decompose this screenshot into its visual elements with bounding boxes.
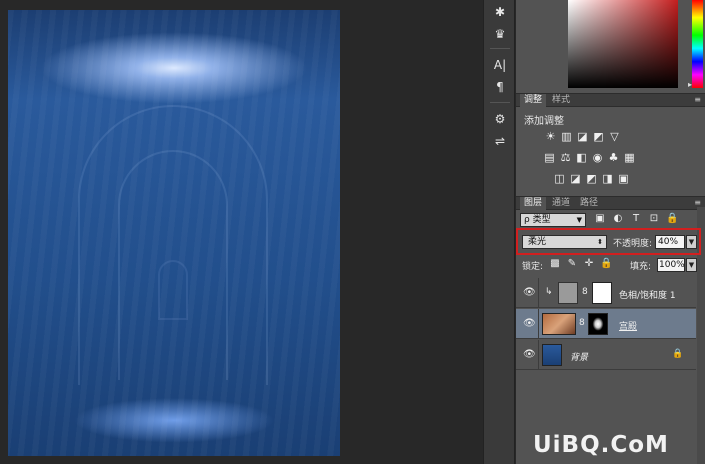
color-panel: ▸: [516, 0, 705, 92]
character-icon[interactable]: A|: [490, 56, 510, 74]
visibility-divider: [538, 340, 539, 370]
layer-row-background[interactable]: 👁 背景 🔒: [516, 340, 696, 370]
gradient-map-icon[interactable]: ◨: [601, 172, 614, 185]
levels-icon[interactable]: ▥: [560, 130, 573, 143]
layers-panel-header: 图层 通道 路径 ≡: [516, 196, 705, 210]
black-white-icon[interactable]: ◧: [575, 151, 588, 164]
shape-filter-icon[interactable]: ⊡: [648, 213, 660, 225]
hue-slider[interactable]: [692, 0, 703, 88]
layer-list: 👁 ↳ 8 色相/饱和度 1 👁 8 宫殿 👁 背景 🔒: [516, 276, 696, 370]
selective-color-icon[interactable]: ▣: [617, 172, 630, 185]
layer-thumbnail: [542, 344, 562, 366]
panel-menu-icon[interactable]: ≡: [694, 198, 701, 207]
visibility-divider: [538, 278, 539, 308]
annotation-highlight-box: [516, 228, 701, 255]
fill-input[interactable]: 100%: [657, 258, 685, 272]
adjustments-panel-header: 调整 样式 ≡: [516, 93, 705, 107]
adjustment-row-3: ◫ ◪ ◩ ◨ ▣: [553, 172, 633, 186]
lock-position-icon[interactable]: ✛: [583, 258, 595, 270]
layer-filter-label: ρ 类型: [524, 215, 551, 225]
link-chain-icon[interactable]: 8: [579, 318, 585, 328]
link-chain-icon[interactable]: 8: [582, 287, 588, 297]
resize-grip-icon[interactable]: ▸: [688, 80, 692, 89]
add-adjustment-title: 添加调整: [524, 116, 564, 127]
exposure-icon[interactable]: ◩: [592, 130, 605, 143]
tab-paths[interactable]: 路径: [576, 197, 602, 210]
adjustment-row-2: ▤ ⚖ ◧ ◉ ♣ ▦: [543, 151, 639, 165]
lock-label: 锁定:: [522, 262, 544, 272]
document-canvas[interactable]: [8, 10, 340, 456]
posterize-icon[interactable]: ◪: [569, 172, 582, 185]
tab-layers[interactable]: 图层: [520, 197, 547, 210]
adjustment-filter-icon[interactable]: ◐: [612, 213, 624, 225]
panel-menu-icon[interactable]: ≡: [694, 95, 701, 104]
paragraph-icon[interactable]: ¶: [490, 78, 510, 96]
color-lookup-icon[interactable]: ▦: [623, 151, 636, 164]
hue-saturation-icon[interactable]: ▤: [543, 151, 556, 164]
adjustment-row-1: ☀ ▥ ◪ ◩ ▽: [544, 130, 624, 144]
visibility-divider: [538, 309, 539, 339]
site-watermark: UiBQ.CoM: [533, 432, 669, 458]
cathedral-window: [158, 260, 188, 320]
vibrance-icon[interactable]: ▽: [608, 130, 621, 143]
layer-mask-thumbnail[interactable]: [592, 282, 612, 304]
tool-presets-icon[interactable]: ⚙: [490, 110, 510, 128]
layer-row-palace[interactable]: 👁 8 宫殿: [516, 309, 696, 339]
layer-name[interactable]: 背景: [570, 350, 588, 363]
toolbar-separator: [490, 48, 510, 49]
properties-icon[interactable]: ⇌: [490, 132, 510, 150]
fill-slider-button[interactable]: ▼: [686, 258, 697, 272]
type-filter-icon[interactable]: T: [630, 213, 642, 225]
tab-styles[interactable]: 样式: [548, 94, 574, 107]
layer-name[interactable]: 宫殿: [619, 319, 637, 332]
smart-object-filter-icon[interactable]: 🔒: [666, 213, 678, 225]
chevron-down-icon: ▼: [576, 216, 582, 224]
invert-icon[interactable]: ◫: [553, 172, 566, 185]
lock-icon: 🔒: [672, 349, 684, 359]
lock-transparent-icon[interactable]: ▩: [549, 258, 561, 270]
clipping-arrow-icon: ↳: [545, 287, 553, 297]
brush-preset-icon[interactable]: ✱: [490, 3, 510, 21]
eye-icon[interactable]: 👁: [523, 287, 536, 299]
layer-name[interactable]: 色相/饱和度 1: [619, 288, 676, 301]
lock-all-icon[interactable]: 🔒: [600, 258, 612, 270]
eye-icon[interactable]: 👁: [523, 349, 536, 361]
clone-source-icon[interactable]: ♛: [490, 25, 510, 43]
brightness-contrast-icon[interactable]: ☀: [544, 130, 557, 143]
channel-mixer-icon[interactable]: ♣: [607, 151, 620, 164]
layer-thumbnail: [542, 313, 576, 335]
canvas-workspace: [0, 0, 478, 464]
tab-channels[interactable]: 通道: [548, 197, 574, 210]
photo-filter-icon[interactable]: ◉: [591, 151, 604, 164]
toolbar-separator: [490, 102, 510, 103]
pixel-filter-icon[interactable]: ▣: [594, 213, 606, 225]
adjustment-layer-thumbnail: [558, 282, 578, 304]
fill-label: 填充:: [630, 262, 652, 272]
panel-icon-strip: ✱ ♛ A| ¶ ⚙ ⇌: [483, 0, 515, 464]
color-picker-field[interactable]: [568, 0, 678, 88]
layer-filter-select[interactable]: ρ 类型 ▼: [520, 213, 586, 227]
color-balance-icon[interactable]: ⚖: [559, 151, 572, 164]
lock-image-icon[interactable]: ✎: [566, 258, 578, 270]
threshold-icon[interactable]: ◩: [585, 172, 598, 185]
curves-icon[interactable]: ◪: [576, 130, 589, 143]
eye-icon[interactable]: 👁: [523, 318, 536, 330]
layer-row-hue-saturation[interactable]: 👁 ↳ 8 色相/饱和度 1: [516, 278, 696, 308]
layer-mask-thumbnail[interactable]: [588, 313, 608, 335]
tab-adjustments[interactable]: 调整: [520, 94, 547, 107]
